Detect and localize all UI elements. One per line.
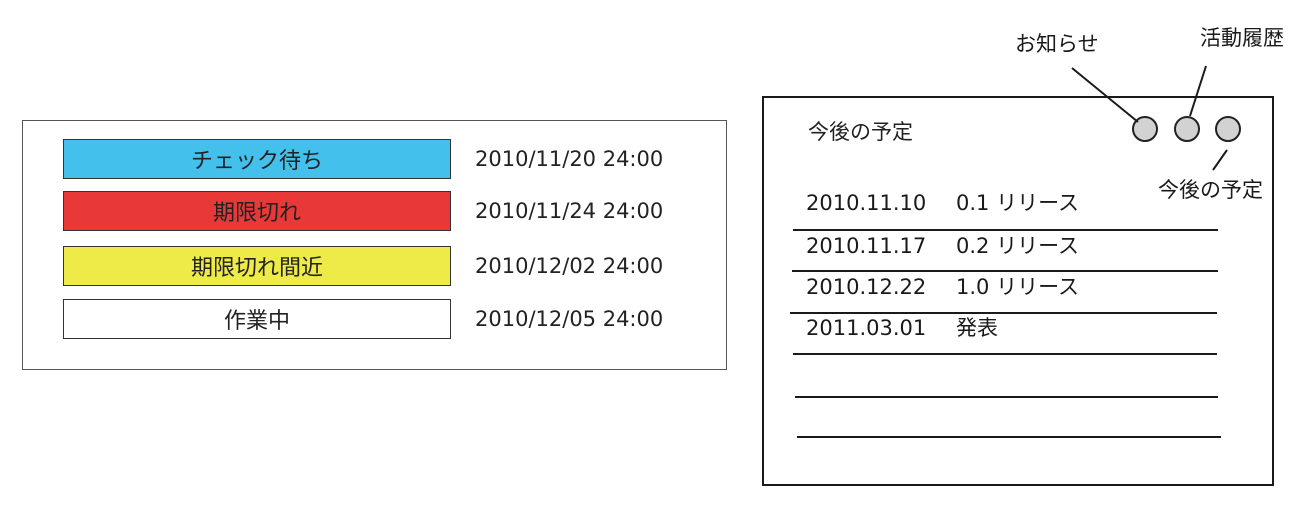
activity-history-callout-label: 活動履歴 <box>1200 26 1284 50</box>
status-label-in-progress: 作業中 <box>63 299 451 339</box>
upcoming-schedule-callout-label: 今後の予定 <box>1158 178 1263 202</box>
status-date: 2010/11/24 24:00 <box>475 199 664 223</box>
status-date: 2010/11/20 24:00 <box>475 147 664 171</box>
schedule-entry-text: 0.2 リリース <box>956 234 1080 258</box>
schedule-entry[interactable]: 2011.03.01 発表 <box>806 312 998 342</box>
activity-history-tab-button[interactable] <box>1174 116 1200 142</box>
notice-callout-label: お知らせ <box>1015 32 1099 56</box>
schedule-entry[interactable]: 2010.12.22 1.0 リリース <box>806 271 1079 301</box>
notice-tab-button[interactable] <box>1132 116 1158 142</box>
status-row[interactable]: 期限切れ 2010/11/24 24:00 <box>23 191 726 233</box>
schedule-title: 今後の予定 <box>808 120 913 144</box>
status-label-checking: チェック待ち <box>63 139 451 179</box>
schedule-entry-date: 2010.12.22 <box>806 275 927 299</box>
status-row[interactable]: 作業中 2010/12/05 24:00 <box>23 299 726 341</box>
status-date: 2010/12/05 24:00 <box>475 307 664 331</box>
schedule-entry-date: 2010.11.10 <box>806 191 927 215</box>
schedule-divider <box>797 436 1221 438</box>
schedule-divider <box>795 396 1218 398</box>
schedule-entry-date: 2011.03.01 <box>806 316 927 340</box>
status-date: 2010/12/02 24:00 <box>475 254 664 278</box>
schedule-divider <box>793 353 1217 355</box>
upcoming-schedule-tab-button[interactable] <box>1215 116 1241 142</box>
schedule-entry-date: 2010.11.17 <box>806 234 927 258</box>
status-label-nearly-expired: 期限切れ間近 <box>63 246 451 286</box>
schedule-entry[interactable]: 2010.11.17 0.2 リリース <box>806 230 1079 260</box>
status-list-panel: チェック待ち 2010/11/20 24:00 期限切れ 2010/11/24 … <box>22 120 727 370</box>
schedule-entry-text: 1.0 リリース <box>956 275 1080 299</box>
schedule-entry-text: 発表 <box>956 316 998 340</box>
status-row[interactable]: チェック待ち 2010/11/20 24:00 <box>23 139 726 181</box>
schedule-entry[interactable]: 2010.11.10 0.1 リリース <box>806 187 1079 217</box>
schedule-entry-text: 0.1 リリース <box>956 191 1080 215</box>
status-label-expired: 期限切れ <box>63 191 451 231</box>
status-row[interactable]: 期限切れ間近 2010/12/02 24:00 <box>23 246 726 288</box>
